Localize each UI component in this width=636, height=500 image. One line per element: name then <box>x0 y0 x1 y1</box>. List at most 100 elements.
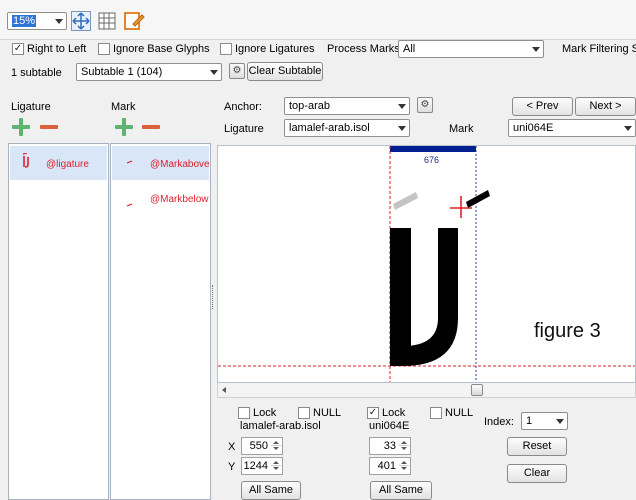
chevron-down-icon <box>398 126 406 131</box>
ignore-base-glyphs-checkbox[interactable] <box>98 43 110 55</box>
ligature-panel-header: Ligature <box>11 101 51 113</box>
list-item[interactable]: @ligature <box>10 146 107 180</box>
remove-ligature-icon[interactable] <box>40 118 58 136</box>
next-button[interactable]: Next > <box>575 97 636 116</box>
ligature-thumbnail-icon <box>22 153 29 168</box>
ligature-glyph-name: lamalef-arab.isol <box>240 420 321 432</box>
mark-null-label: NULL <box>445 407 474 419</box>
increment-icon[interactable] <box>271 439 281 446</box>
ligature-value: lamalef-arab.isol <box>289 122 370 134</box>
remove-mark-icon[interactable] <box>142 118 160 136</box>
mark-all-same-button[interactable]: All Same <box>370 481 432 500</box>
decrement-icon[interactable] <box>399 466 409 473</box>
chevron-down-icon <box>398 104 406 109</box>
ligature-null-label: NULL <box>313 407 342 419</box>
list-item[interactable]: @Markbelow <box>112 181 209 215</box>
increment-icon[interactable] <box>399 459 409 466</box>
mark-panel-header: Mark <box>111 101 136 113</box>
right-to-left-label: Right to Left <box>27 43 87 55</box>
ligature-null-checkbox[interactable] <box>298 407 310 419</box>
mark-select[interactable]: uni064E <box>508 119 636 137</box>
anchor-settings-icon[interactable]: ⚙ <box>417 97 433 113</box>
mark-y-input[interactable]: 401 <box>369 457 411 475</box>
index-select[interactable]: 1 <box>521 412 568 430</box>
list-item[interactable]: @Markabove <box>112 146 210 180</box>
mark-null-checkbox[interactable] <box>430 407 442 419</box>
mark-item-label: @Markabove <box>150 159 210 170</box>
edit-pencil-icon[interactable] <box>123 10 145 32</box>
scroll-thumb[interactable] <box>471 384 483 396</box>
prev-button[interactable]: < Prev <box>512 97 573 116</box>
decrement-icon[interactable] <box>271 466 281 473</box>
glyph-canvas[interactable]: 676 figure 3 <box>217 145 636 383</box>
chevron-down-icon <box>532 47 540 52</box>
zoom-combo[interactable]: 15% <box>7 12 67 30</box>
chevron-down-icon <box>210 70 218 75</box>
chevron-down-icon <box>55 19 63 24</box>
grid-view-icon[interactable] <box>97 11 117 31</box>
figure-annotation: figure 3 <box>534 320 601 342</box>
mark-glyph-name: uni064E <box>369 420 410 432</box>
mark-lock-label: Lock <box>382 407 406 419</box>
index-value: 1 <box>526 415 533 427</box>
x-axis-label: X <box>228 441 236 453</box>
clear-button[interactable]: Clear <box>507 464 567 483</box>
subtable-select[interactable]: Subtable 1 (104) <box>76 63 222 81</box>
process-marks-value: All <box>403 43 416 55</box>
ignore-ligatures-label: Ignore Ligatures <box>235 43 315 55</box>
advance-width-label: 676 <box>424 155 440 165</box>
ligature-item-label: @ligature <box>46 159 89 170</box>
index-label: Index: <box>484 416 514 428</box>
mark-value: uni064E <box>513 122 554 134</box>
ignore-ligatures-checkbox[interactable] <box>220 43 232 55</box>
subtable-count: 1 subtable <box>11 67 62 79</box>
add-mark-icon[interactable] <box>115 118 133 136</box>
decrement-icon[interactable] <box>399 446 409 453</box>
chevron-down-icon <box>556 419 564 424</box>
ligature-y-value: 1244 <box>243 460 268 472</box>
mark-filtering-label: Mark Filtering Se <box>562 43 636 55</box>
mark-above-thumbnail-icon <box>126 160 133 164</box>
process-marks-label: Process Marks: <box>327 43 403 55</box>
subtable-value: Subtable 1 (104) <box>81 66 163 78</box>
canvas-scrollbar[interactable] <box>217 383 636 398</box>
anchor-value: top-arab <box>289 100 330 112</box>
ligature-x-value: 550 <box>249 440 268 452</box>
right-to-left-checkbox[interactable]: ✓ <box>12 43 24 55</box>
mark-select-label: Mark <box>449 123 474 135</box>
decrement-icon[interactable] <box>271 446 281 453</box>
mark-item-label: @Markbelow <box>150 194 209 205</box>
ligature-lock-checkbox[interactable] <box>238 407 250 419</box>
fit-view-icon[interactable] <box>71 11 91 31</box>
y-axis-label: Y <box>228 461 236 473</box>
reset-button[interactable]: Reset <box>507 437 567 456</box>
ligature-x-input[interactable]: 550 <box>241 437 283 455</box>
mark-x-value: 33 <box>383 440 396 452</box>
mark-below-thumbnail-icon <box>126 203 133 207</box>
mark-x-input[interactable]: 33 <box>369 437 411 455</box>
ligature-all-same-button[interactable]: All Same <box>241 481 301 500</box>
ligature-list[interactable]: @ligature <box>8 143 109 500</box>
mark-list[interactable]: @Markabove @Markbelow <box>110 143 211 500</box>
ignore-base-glyphs-label: Ignore Base Glyphs <box>113 43 210 55</box>
scroll-left-icon[interactable] <box>222 387 226 393</box>
increment-icon[interactable] <box>271 459 281 466</box>
ligature-lock-label: Lock <box>253 407 277 419</box>
chevron-down-icon <box>624 126 632 131</box>
ligature-select-label: Ligature <box>224 123 264 135</box>
ligature-y-input[interactable]: 1244 <box>241 457 283 475</box>
subtable-settings-icon[interactable]: ⚙ <box>229 63 245 79</box>
anchor-select[interactable]: top-arab <box>284 97 410 115</box>
clear-subtable-button[interactable]: Clear Subtable <box>247 62 323 81</box>
process-marks-select[interactable]: All <box>398 40 544 58</box>
increment-icon[interactable] <box>399 439 409 446</box>
toolbar <box>0 0 636 40</box>
anchor-label: Anchor: <box>224 101 262 113</box>
add-ligature-icon[interactable] <box>12 118 30 136</box>
splitter-handle[interactable] <box>212 285 215 309</box>
mark-y-value: 401 <box>377 460 396 472</box>
glyph-preview <box>218 146 635 382</box>
zoom-value: 15% <box>12 15 37 27</box>
mark-lock-checkbox[interactable]: ✓ <box>367 407 379 419</box>
ligature-select[interactable]: lamalef-arab.isol <box>284 119 410 137</box>
